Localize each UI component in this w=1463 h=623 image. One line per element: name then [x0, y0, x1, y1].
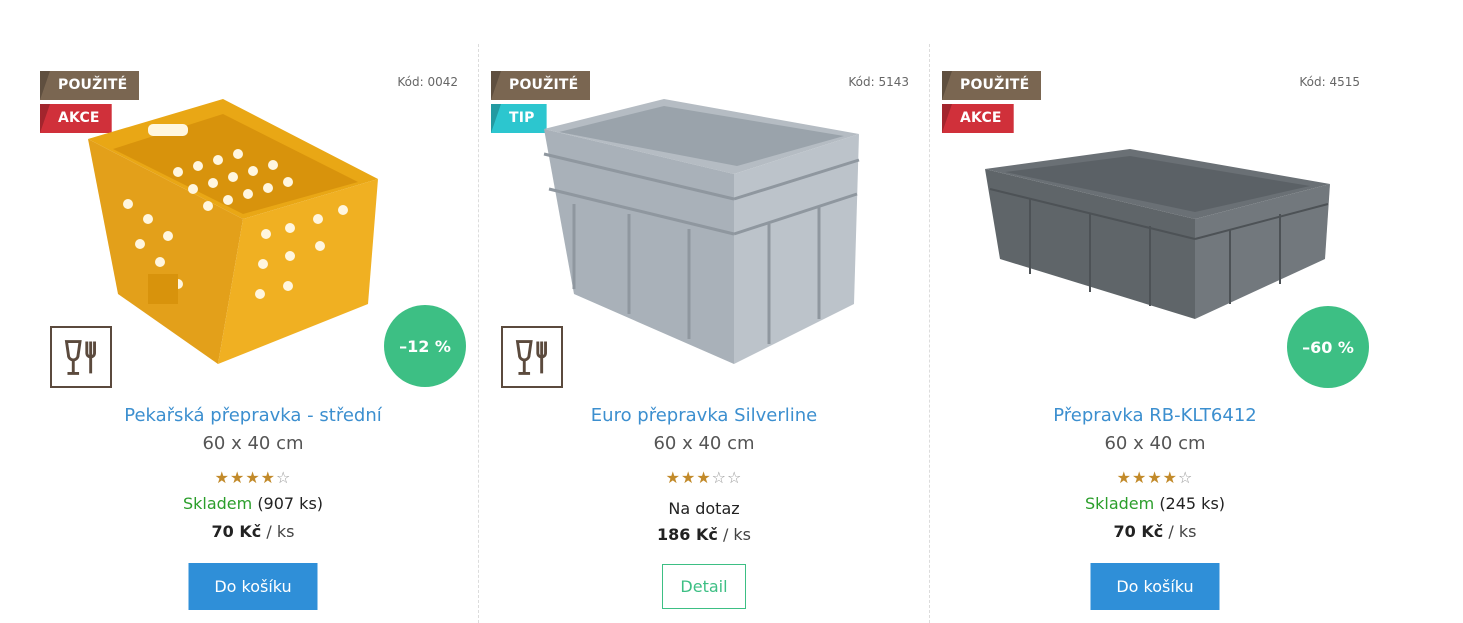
glass-fork-icon	[501, 326, 563, 388]
rating-stars: ★★★☆☆	[479, 468, 929, 487]
star-filled-icon: ★	[1131, 468, 1148, 487]
add-to-cart-button[interactable]: Do košíku	[188, 563, 318, 610]
stock-status: Skladem (907 ks)	[28, 494, 478, 513]
star-filled-icon: ★	[260, 468, 277, 487]
star-filled-icon: ★	[680, 468, 697, 487]
stock-label: Skladem	[1084, 494, 1155, 513]
star-filled-icon: ★	[696, 468, 712, 487]
product-size: 60 x 40 cm	[653, 433, 755, 454]
product-code: Kód: 0042	[397, 75, 458, 89]
star-outline-icon: ☆	[727, 468, 743, 487]
product-grid: POUŽITÉ AKCE Kód: 0042 –12 % Pekařská př…	[0, 0, 1463, 623]
product-name-link[interactable]: Euro přepravka Silverline	[479, 405, 929, 426]
star-filled-icon: ★	[1162, 468, 1179, 487]
price-unit: / ks	[266, 522, 295, 541]
product-name-link[interactable]: Přepravka RB-KLT6412	[930, 405, 1380, 426]
star-filled-icon: ★	[1147, 468, 1163, 487]
rating-stars: ★★★★☆	[930, 468, 1380, 487]
stock-label: Na dotaz	[668, 499, 740, 518]
discount-badge: –12 %	[384, 305, 466, 387]
star-filled-icon: ★	[245, 468, 261, 487]
product-size: 60 x 40 cm	[202, 433, 304, 454]
star-filled-icon: ★	[1116, 468, 1132, 487]
star-filled-icon: ★	[665, 468, 681, 487]
star-filled-icon: ★	[214, 468, 230, 487]
detail-button[interactable]: Detail	[662, 564, 746, 609]
star-outline-icon: ☆	[276, 468, 292, 487]
stock-label: Skladem	[182, 494, 253, 513]
price-value: 70 Kč	[211, 522, 262, 541]
add-to-cart-button[interactable]: Do košíku	[1090, 563, 1220, 610]
price-unit: / ks	[722, 525, 752, 544]
stock-status: Skladem (245 ks)	[930, 494, 1380, 513]
price: 186 Kč / ks	[479, 525, 929, 544]
price: 70 Kč / ks	[28, 522, 478, 541]
glass-fork-icon	[50, 326, 112, 388]
product-card: POUŽITÉ TIP Kód: 5143 Euro přepravka Sil…	[478, 44, 929, 623]
star-filled-icon: ★	[229, 468, 246, 487]
price: 70 Kč / ks	[930, 522, 1380, 541]
stock-qty: (907 ks)	[257, 494, 324, 513]
rating-stars: ★★★★☆	[28, 468, 478, 487]
price-value: 186 Kč	[656, 525, 718, 544]
product-size: 60 x 40 cm	[1104, 433, 1206, 454]
product-code: Kód: 4515	[1299, 75, 1360, 89]
stock-qty: (245 ks)	[1159, 494, 1226, 513]
star-outline-icon: ☆	[1178, 468, 1194, 487]
product-name-link[interactable]: Pekařská přepravka - střední	[28, 405, 478, 426]
product-card: POUŽITÉ AKCE Kód: 0042 –12 % Pekařská př…	[28, 44, 478, 623]
discount-badge: –60 %	[1287, 306, 1369, 388]
star-outline-icon: ☆	[711, 468, 728, 487]
product-card: POUŽITÉ AKCE Kód: 4515 –60 % Přepravka R…	[929, 44, 1380, 623]
price-unit: / ks	[1168, 522, 1197, 541]
product-code: Kód: 5143	[848, 75, 909, 89]
price-value: 70 Kč	[1113, 522, 1164, 541]
stock-status: Na dotaz	[479, 499, 929, 518]
